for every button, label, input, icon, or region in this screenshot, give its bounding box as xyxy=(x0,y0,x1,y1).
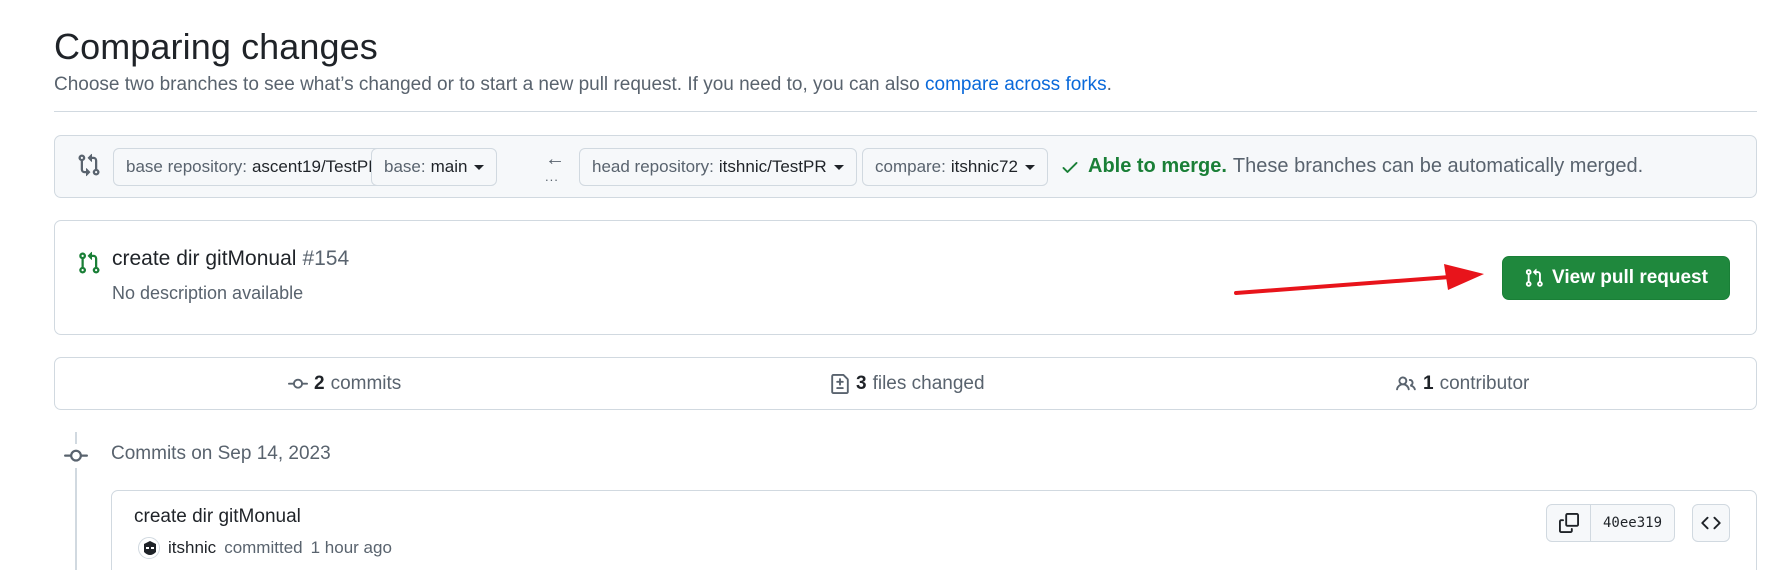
commit-meta: itshnic committed 1 hour ago xyxy=(138,537,392,559)
compare-branch-value: itshnic72 xyxy=(950,157,1018,176)
caret-down-icon xyxy=(1024,165,1035,170)
view-pull-request-label: View pull request xyxy=(1552,267,1708,288)
compare-branch-label: compare: xyxy=(875,157,946,176)
files-changed-tab[interactable]: 3 files changed xyxy=(830,373,985,395)
merge-message: These branches can be automatically merg… xyxy=(1232,155,1644,177)
base-branch-label: base: xyxy=(384,157,426,176)
avatar[interactable] xyxy=(138,537,160,559)
commits-count: 2 xyxy=(314,373,325,394)
head-repository-select[interactable]: head repository: itshnic/TestPR xyxy=(579,148,857,186)
file-diff-icon xyxy=(831,374,849,394)
copy-sha-button[interactable] xyxy=(1547,505,1591,541)
copy-icon xyxy=(1558,513,1579,533)
head-repository-value: itshnic/TestPR xyxy=(718,157,827,176)
commits-date-heading: Commits on Sep 14, 2023 xyxy=(111,443,331,464)
git-compare-icon xyxy=(78,153,100,177)
range-editor: base repository: ascent19/TestPR base: mai… xyxy=(54,135,1757,198)
view-pull-request-button[interactable]: View pull request xyxy=(1502,256,1730,300)
commit-action: committed xyxy=(224,538,303,557)
git-pull-request-icon xyxy=(79,251,100,274)
check-icon xyxy=(1062,161,1078,173)
base-branch-select[interactable]: base: main xyxy=(371,148,498,186)
swap-dots: ... xyxy=(545,169,559,184)
commit-title-link[interactable]: create dir gitMonual xyxy=(134,506,301,528)
contributors-count: 1 xyxy=(1423,373,1434,394)
commit-author-link[interactable]: itshnic xyxy=(168,538,216,558)
pull-request-title[interactable]: create dir gitMonual #154 xyxy=(112,247,349,271)
browse-code-button[interactable] xyxy=(1692,504,1730,542)
git-pull-request-icon xyxy=(1525,268,1543,287)
base-repository-label: base repository: xyxy=(126,157,247,176)
commits-label: commits xyxy=(330,373,402,394)
code-icon xyxy=(1701,516,1721,530)
commit-sha-group: 40ee319 xyxy=(1546,504,1676,542)
subtitle-suffix: . xyxy=(1106,74,1112,95)
caret-down-icon xyxy=(474,165,485,170)
annotation-arrow-icon xyxy=(1234,264,1484,295)
commit-time: 1 hour ago xyxy=(310,538,392,557)
base-repository-value: ascent19/TestPR xyxy=(251,157,381,176)
files-count: 3 xyxy=(856,373,867,394)
files-label: files changed xyxy=(872,373,985,394)
comparison-stats: 2 commits 3 files changed 1 contributor xyxy=(54,357,1757,410)
git-commit-icon xyxy=(64,444,88,468)
commit-sha-link[interactable]: 40ee319 xyxy=(1591,505,1674,541)
avatar-image xyxy=(140,539,159,558)
contributors-label: contributor xyxy=(1439,373,1530,394)
page-title: Comparing changes xyxy=(54,26,378,67)
caret-down-icon xyxy=(833,165,844,170)
pull-request-description: No description available xyxy=(112,283,304,303)
merge-status: Able to merge. These branches can be aut… xyxy=(1060,155,1643,178)
page-subtitle: Choose two branches to see what’s change… xyxy=(54,74,1112,96)
compare-branch-select[interactable]: compare: itshnic72 xyxy=(862,148,1048,186)
existing-pull-request: create dir gitMonual #154 No description … xyxy=(54,220,1757,335)
base-branch-value: main xyxy=(430,157,468,176)
commits-tab[interactable]: 2 commits xyxy=(288,373,401,395)
header-divider xyxy=(54,111,1757,112)
base-repository-select[interactable]: base repository: ascent19/TestPR xyxy=(113,148,411,186)
compare-across-forks-link[interactable]: compare across forks xyxy=(925,74,1107,95)
pull-request-number: #154 xyxy=(302,247,350,270)
subtitle-text: Choose two branches to see what’s change… xyxy=(54,74,926,95)
pull-request-title-text: create dir gitMonual xyxy=(112,247,297,270)
people-icon xyxy=(1396,376,1416,391)
git-commit-icon xyxy=(288,378,308,389)
head-repository-label: head repository: xyxy=(592,157,714,176)
contributors-tab[interactable]: 1 contributor xyxy=(1395,373,1529,395)
commit-item: create dir gitMonual itshnic committed 1… xyxy=(111,490,1757,570)
merge-ok-text: Able to merge. xyxy=(1088,155,1227,177)
